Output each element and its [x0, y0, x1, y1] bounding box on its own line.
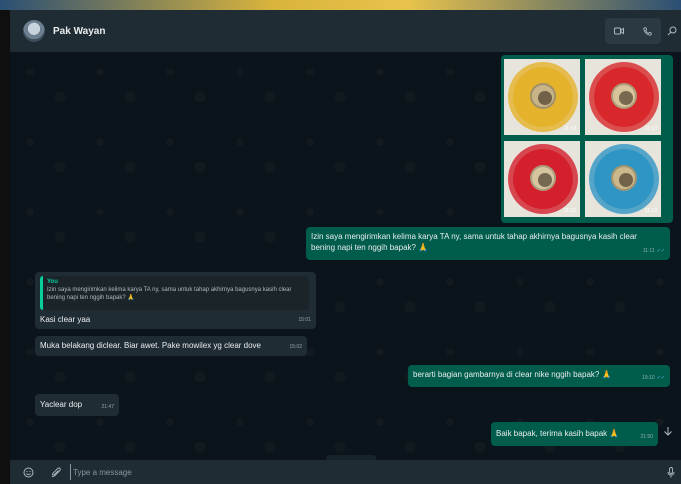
- record-label-art: [619, 91, 633, 105]
- message-timestamp: 15:01: [298, 317, 311, 323]
- search-icon[interactable]: [667, 18, 681, 44]
- header-actions: [605, 10, 681, 52]
- message-text: Izin saya mengirimkan kelima karya TA ny…: [311, 232, 637, 252]
- message-timestamp: 21:50: [640, 434, 653, 440]
- incoming-message[interactable]: Yaclear dop 21:47: [35, 394, 119, 416]
- message-input[interactable]: [70, 464, 655, 480]
- vinyl-record-image: [589, 62, 659, 132]
- record-label-art: [538, 173, 552, 187]
- record-label: [611, 165, 637, 191]
- record-label: [611, 83, 637, 109]
- message-text: Muka belakang diclear. Biar awet. Pake m…: [40, 341, 261, 350]
- quote-text: Izin saya mengirimkan kelima karya TA ny…: [47, 287, 292, 301]
- image-album[interactable]: 11:10 11:10 11:10 11:10: [501, 55, 673, 223]
- message-text: berarti bagian gambarnya di clear nike n…: [413, 370, 612, 379]
- message-text: Yaclear dop: [40, 400, 83, 409]
- message-timestamp: 21:47: [101, 404, 114, 410]
- message-text: Baik bapak, terima kasih bapak 🙏: [496, 429, 620, 438]
- message-timestamp: 15:02: [289, 344, 302, 350]
- image-timestamp: 11:10: [644, 126, 657, 132]
- incoming-message[interactable]: Muka belakang diclear. Biar awet. Pake m…: [35, 336, 307, 356]
- phone-icon[interactable]: [633, 18, 661, 44]
- timestamp-text: 19:10: [642, 375, 655, 381]
- whatsapp-window: Pak Wayan 11:10 11:10 11:10 11:10 Izin s…: [0, 0, 681, 484]
- message-list[interactable]: 11:10 11:10 11:10 11:10 Izin saya mengir…: [10, 52, 681, 460]
- image-timestamp: 11:10: [644, 208, 657, 214]
- vinyl-record-image: [508, 62, 578, 132]
- incoming-message[interactable]: You Izin saya mengirimkan kelima karya T…: [35, 272, 316, 329]
- record-label: [530, 165, 556, 191]
- chat-header[interactable]: Pak Wayan: [10, 10, 681, 52]
- timestamp-text: 11:11: [642, 248, 655, 254]
- message-timestamp: 19:10 ✓✓: [642, 373, 665, 384]
- outgoing-message[interactable]: berarti bagian gambarnya di clear nike n…: [408, 365, 670, 387]
- vinyl-record-image: [589, 144, 659, 214]
- quoted-message[interactable]: You Izin saya mengirimkan kelima karya T…: [40, 276, 309, 310]
- outgoing-message[interactable]: Baik bapak, terima kasih bapak 🙏 21:50: [491, 422, 658, 446]
- scroll-down-icon[interactable]: [658, 421, 678, 441]
- message-composer: [10, 460, 681, 484]
- image-thumbnail[interactable]: 11:10: [585, 141, 661, 217]
- video-call-icon[interactable]: [605, 18, 633, 44]
- message-timestamp: 11:11 ✓✓: [643, 246, 665, 257]
- quote-author: You: [47, 279, 58, 285]
- contact-name[interactable]: Pak Wayan: [53, 26, 105, 37]
- emoji-icon[interactable]: [20, 464, 36, 480]
- call-button-group: [605, 18, 661, 44]
- record-label-art: [619, 173, 633, 187]
- image-thumbnail[interactable]: 11:10: [504, 141, 580, 217]
- message-text: Kasi clear yaa: [40, 315, 91, 324]
- record-label-art: [538, 91, 552, 105]
- contact-avatar[interactable]: [23, 20, 45, 42]
- image-thumbnail[interactable]: 11:10: [504, 59, 580, 135]
- image-thumbnail[interactable]: 11:10: [585, 59, 661, 135]
- desktop-background-strip: [0, 0, 681, 10]
- microphone-icon[interactable]: [663, 464, 679, 480]
- read-receipt-icon: ✓✓: [656, 375, 665, 381]
- outgoing-message[interactable]: Izin saya mengirimkan kelima karya TA ny…: [306, 227, 670, 260]
- record-label: [530, 83, 556, 109]
- read-receipt-icon: ✓✓: [656, 248, 665, 254]
- image-timestamp: 11:10: [563, 208, 576, 214]
- image-timestamp: 11:10: [563, 126, 576, 132]
- vinyl-record-image: [508, 144, 578, 214]
- attach-icon[interactable]: [48, 464, 64, 480]
